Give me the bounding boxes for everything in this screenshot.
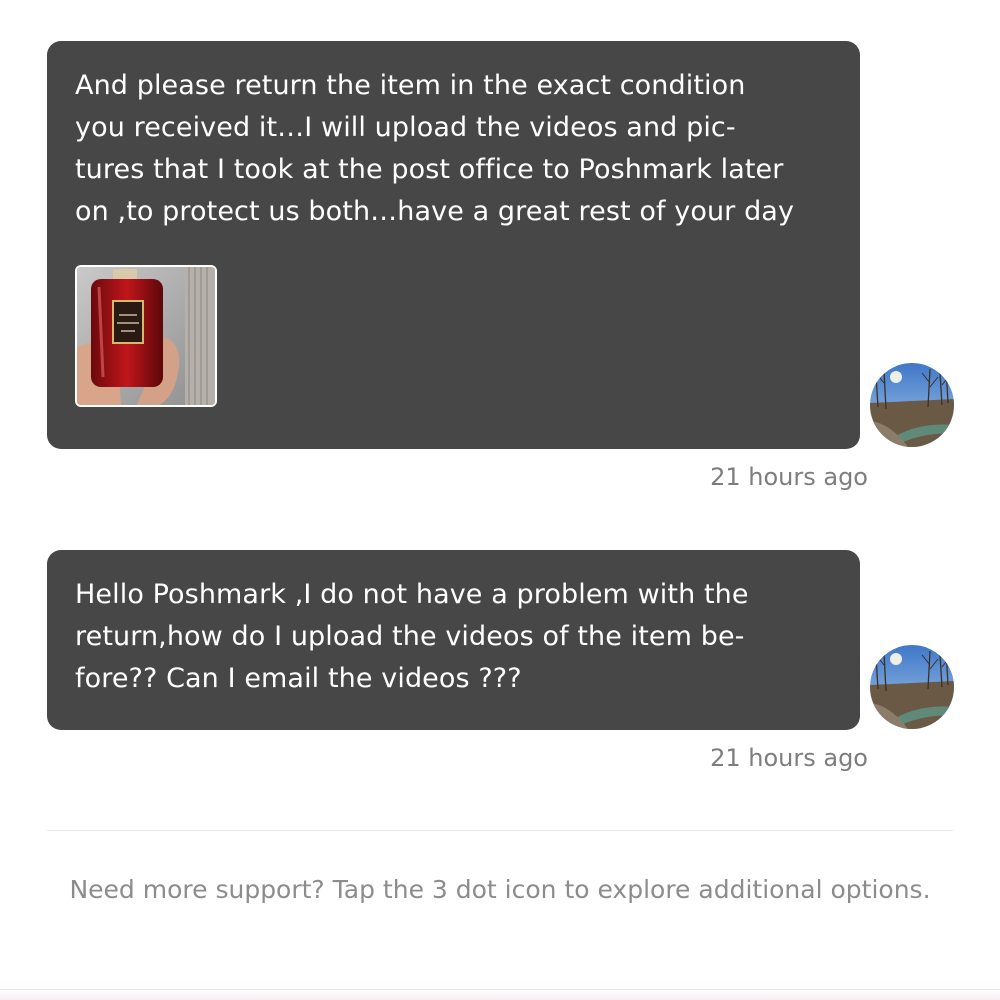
sender-avatar[interactable] [870,645,954,729]
support-hint-text: Need more support? Tap the 3 dot icon to… [69,875,931,904]
message-bubble: And please return the item in the exact … [47,41,860,449]
river-landscape-avatar-icon [870,645,954,729]
attached-photo-thumbnail[interactable] [75,265,217,407]
sender-avatar[interactable] [870,363,954,447]
message-bubble: Hello Poshmark ,I do not have a problem … [47,550,860,730]
divider [47,830,953,831]
message-text: Hello Poshmark ,I do not have a problem … [75,579,749,694]
bottom-bar-edge [0,989,1000,1000]
message-timestamp: 21 hours ago [710,744,868,772]
river-landscape-avatar-icon [870,363,954,447]
perfume-bottle-photo-icon [77,267,215,405]
message-text: And please return the item in the exact … [75,70,795,227]
message-timestamp: 21 hours ago [710,463,868,491]
